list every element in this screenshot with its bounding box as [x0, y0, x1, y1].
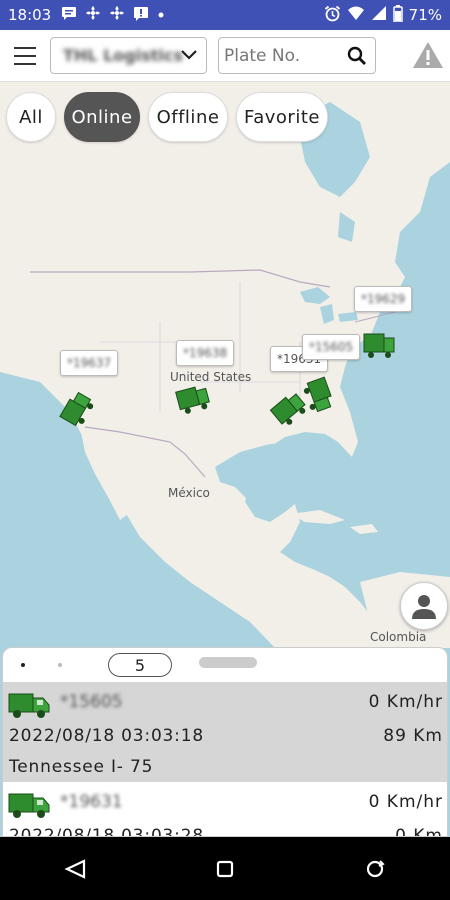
- company-select[interactable]: THL Logistics: [50, 37, 207, 74]
- back-icon: [64, 858, 86, 879]
- user-location-button[interactable]: [400, 582, 448, 630]
- truck-icon: [8, 693, 50, 718]
- menu-icon[interactable]: [14, 46, 36, 65]
- status-bar: 18:03 71%: [0, 0, 450, 30]
- top-bar: THL Logistics: [0, 30, 450, 82]
- vehicle-count-badge: 5: [108, 653, 172, 677]
- company-select-value: THL Logistics: [63, 46, 183, 65]
- back-button[interactable]: [60, 854, 90, 884]
- search-icon[interactable]: [347, 46, 367, 66]
- person-icon: [412, 595, 436, 619]
- alarm-icon: [324, 5, 341, 26]
- recents-button[interactable]: [360, 854, 390, 884]
- vehicle-timestamp: 2022/08/18 03:03:28: [9, 826, 204, 837]
- filter-online[interactable]: Online: [64, 92, 140, 142]
- dot-icon: [157, 7, 165, 23]
- drag-handle[interactable]: [199, 657, 257, 668]
- map-label-mexico: México: [168, 486, 210, 500]
- rotate-icon: [366, 859, 385, 877]
- wifi-icon: [347, 5, 365, 25]
- app-screen: 18:03 71% THL Logistics Plate No. United…: [0, 0, 450, 900]
- vehicle-speed: 0 Km/hr: [368, 792, 443, 812]
- message-icon: [61, 6, 77, 24]
- vehicle-plate: *15605: [60, 692, 123, 712]
- chevron-down-icon: [181, 50, 197, 60]
- map-label-us: United States: [170, 370, 252, 384]
- vehicle-timestamp: 2022/08/18 03:03:18: [9, 726, 204, 746]
- vehicle-distance: 0 Km: [395, 826, 443, 837]
- fan-icon: [109, 5, 125, 25]
- filter-chips: All Online Offline Favorite: [6, 92, 328, 142]
- signal-icon: [371, 5, 387, 25]
- map-label-colombia: Colombia: [370, 630, 427, 644]
- status-time: 18:03: [8, 6, 52, 24]
- plate-search-box: [218, 37, 376, 74]
- chat-icon: [133, 6, 149, 25]
- home-button[interactable]: [210, 854, 240, 884]
- map-view[interactable]: United States México Colombia *19637 *19…: [0, 82, 450, 648]
- filter-favorite[interactable]: Favorite: [236, 92, 328, 142]
- fan-icon: [85, 5, 101, 25]
- page-indicator-dot: [21, 663, 25, 667]
- vehicle-label[interactable]: *15605: [302, 334, 361, 360]
- warning-icon[interactable]: [412, 40, 444, 70]
- page-indicator-dot: [58, 663, 62, 667]
- truck-marker-icon[interactable]: [362, 330, 396, 360]
- vehicle-row[interactable]: *15605 0 Km/hr 2022/08/18 03:03:18 89 Km…: [3, 682, 447, 782]
- vehicle-list-panel: 5 *15605 0 Km/hr 2022/08/18 03:03:18 89 …: [2, 647, 448, 837]
- plate-search-input[interactable]: [224, 45, 342, 66]
- vehicle-distance: 89 Km: [383, 726, 443, 746]
- vehicle-plate: *19631: [60, 792, 123, 812]
- system-nav-bar: [0, 837, 450, 900]
- battery-icon: [392, 4, 403, 26]
- vehicle-label[interactable]: *19638: [176, 340, 235, 366]
- truck-icon: [8, 793, 50, 818]
- home-icon: [216, 860, 234, 877]
- vehicle-row[interactable]: *19631 0 Km/hr 2022/08/18 03:03:28 0 Km: [3, 782, 447, 837]
- vehicle-location: Tennessee I- 75: [9, 757, 154, 777]
- panel-header: 5: [3, 648, 447, 682]
- filter-all[interactable]: All: [6, 92, 56, 142]
- battery-percent: 71%: [408, 6, 442, 24]
- filter-offline[interactable]: Offline: [148, 92, 228, 142]
- vehicle-label[interactable]: *19629: [354, 286, 413, 312]
- vehicle-label[interactable]: *19637: [60, 350, 119, 376]
- vehicle-speed: 0 Km/hr: [368, 692, 443, 712]
